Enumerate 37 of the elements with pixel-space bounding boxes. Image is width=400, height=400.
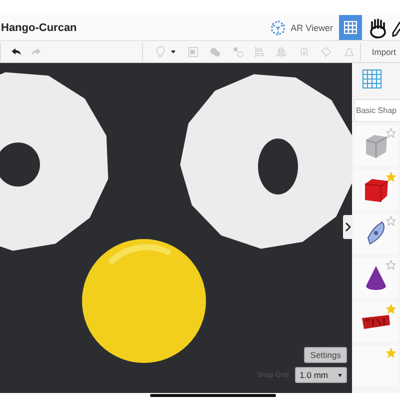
panel-toggle-button[interactable] [343,215,352,239]
settings-button[interactable]: Settings [304,347,347,363]
star-icon[interactable] [386,260,396,270]
shape-tile[interactable] [354,170,398,210]
undo-icon[interactable] [10,46,22,58]
workplane-icon[interactable] [362,69,382,89]
cube-icon [362,176,390,204]
home-indicator[interactable] [150,394,276,397]
project-title: Hango-Curcan [1,22,77,34]
star-icon[interactable] [386,216,396,226]
star-icon[interactable] [386,304,396,314]
shape-tile[interactable] [354,346,398,386]
group-icon[interactable] [188,44,198,58]
category-dropdown[interactable]: Basic Shap [354,99,400,122]
shape-tile[interactable] [354,258,398,298]
shape-tile[interactable] [354,302,398,342]
import-button[interactable]: Import [360,46,400,56]
align-icon[interactable] [255,44,264,58]
shape-tile[interactable] [354,214,398,254]
cube-icon [268,18,287,36]
lightbulb-icon[interactable] [156,44,166,60]
grid-view-button[interactable] [339,15,362,40]
ungroup-icon[interactable] [232,44,244,58]
text-shape-icon [361,314,391,330]
mirror-icon[interactable] [276,44,287,58]
star-icon[interactable] [386,128,396,138]
ar-viewer-button[interactable]: AR Viewer [268,15,339,40]
star-icon[interactable] [386,348,396,358]
star-icon[interactable] [386,172,396,182]
caret-icon[interactable] [171,50,176,54]
grid-icon [344,21,357,34]
snap-grid-dropdown[interactable]: 1.0 mm [294,367,347,383]
shape-tile[interactable] [354,126,398,166]
cone-icon [364,264,388,292]
chevron-right-icon [344,222,350,232]
hand-icon[interactable] [368,16,388,38]
caret-icon [338,374,342,376]
